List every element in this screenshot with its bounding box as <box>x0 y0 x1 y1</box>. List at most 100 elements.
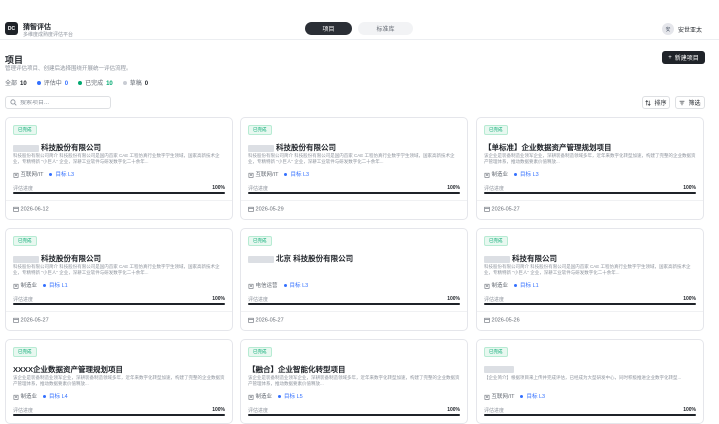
new-project-label: 新建项目 <box>674 56 699 62</box>
progress-label: 评估进度 <box>248 186 269 192</box>
card-divider <box>477 200 703 201</box>
top-bar: DC 猜智评估 多维度成熟度评估平台 项目 标准库 安 安世亚太 <box>0 0 719 40</box>
target-dot-icon <box>283 284 287 288</box>
progress-bar <box>13 192 225 194</box>
industry: 制造业 <box>484 170 508 178</box>
project-card[interactable]: 已完成 科技股份有限公司 科技股份有限公司简介 科技股份有限公司是国内首家 CAE … <box>240 117 468 220</box>
date-text: 2026-05-29 <box>255 206 284 213</box>
target-level: 目标 L4 <box>43 392 68 400</box>
filter-button[interactable]: 筛选 <box>675 96 705 109</box>
progress-label: 评估进度 <box>484 408 505 414</box>
app-logo: DC <box>5 22 18 35</box>
target-dot-icon <box>514 284 518 288</box>
sort-label: 排序 <box>654 101 667 107</box>
industry-label: 制造业 <box>491 172 509 178</box>
progress-value: 100% <box>212 407 225 413</box>
filter-completed[interactable]: 已完成 10 <box>78 78 113 87</box>
status-badge: 已完成 <box>13 125 37 135</box>
target-label: 目标 L3 <box>55 172 75 178</box>
new-project-button[interactable]: + 新建项目 <box>662 51 705 64</box>
industry-label: 制造业 <box>255 394 273 400</box>
calendar-icon <box>13 206 19 212</box>
logo-text: DC <box>7 25 16 32</box>
filter-completed-count: 10 <box>106 81 113 87</box>
sort-button[interactable]: 排序 <box>642 96 670 109</box>
project-card[interactable]: 已完成 科技股份有限公司 科技股份有限公司简介 科技股份有限公司是国内首家 CAE … <box>5 228 233 331</box>
progress-label: 评估进度 <box>13 408 34 414</box>
card-title-text: 科技股份有限公司 <box>41 143 101 152</box>
date-text: 2026-05-27 <box>491 206 520 213</box>
avatar[interactable]: 安 <box>662 23 674 35</box>
project-card[interactable]: 已完成 科技股份有限公司 科技股份有限公司简介 科技股份有限公司是国内首家 CAE … <box>5 117 233 220</box>
target-dot-icon <box>43 395 47 399</box>
target-level: 目标 L3 <box>284 170 309 178</box>
card-meta: 制造业 目标 L1 <box>484 281 539 289</box>
status-badge: 已完成 <box>13 347 37 357</box>
status-dot-icon <box>36 81 41 86</box>
card-title-text: 科技有限公司 <box>512 254 557 263</box>
industry: 互联网/IT <box>248 170 278 178</box>
progress-label: 评估进度 <box>484 186 505 192</box>
card-meta: 互联网/IT 目标 L3 <box>248 170 309 178</box>
status-filters: 全部 10 评估中 0 已完成 10 草稿 0 <box>5 78 148 87</box>
target-label: 目标 L1 <box>49 283 68 289</box>
search-input[interactable] <box>20 99 110 106</box>
card-divider <box>241 200 467 201</box>
filter-all[interactable]: 全部 10 <box>5 78 27 87</box>
target-dot-icon <box>49 173 53 177</box>
redacted-block <box>248 255 274 263</box>
progress-fill <box>13 192 225 194</box>
industry-label: 制造业 <box>491 283 509 289</box>
industry: 制造业 <box>13 281 37 289</box>
progress-value: 100% <box>447 296 460 302</box>
progress-bar <box>484 414 696 416</box>
filter-in-progress-count: 0 <box>64 81 69 87</box>
card-description: 该企业是装备制造业领军企业，深耕装备制造领域多年，近年来数字化转型加速，构建了完… <box>248 375 460 386</box>
card-meta: 电信运营 目标 L3 <box>248 281 308 289</box>
building-icon <box>484 394 490 400</box>
card-divider <box>6 311 232 312</box>
redacted-block <box>484 365 514 373</box>
progress-bar <box>13 414 225 416</box>
search-box[interactable] <box>5 96 111 109</box>
user-name[interactable]: 安世亚太 <box>678 25 702 34</box>
tab-standards[interactable]: 标准库 <box>358 22 413 35</box>
industry: 制造业 <box>13 392 37 400</box>
progress-fill <box>248 414 460 416</box>
target-dot-icon <box>284 173 288 177</box>
filter-draft[interactable]: 草稿 0 <box>122 78 148 87</box>
tab-projects[interactable]: 项目 <box>305 22 352 35</box>
card-divider <box>477 311 703 312</box>
target-dot-icon <box>278 395 282 399</box>
progress-bar <box>248 414 460 416</box>
card-title: 科技股份有限公司 <box>248 142 336 153</box>
project-card[interactable]: 已完成 【企业简介】根据项目来上传并完成评估，已经成为大型研发中心，同时积极推进企… <box>476 339 704 424</box>
card-description: 科技股份有限公司简介 科技股份有限公司是国内首家 CAE 工程仿真行业数字学生领… <box>13 153 220 164</box>
target-label: 目标 L4 <box>49 394 68 400</box>
card-title-text: 北京 科技股份有限公司 <box>276 254 354 263</box>
status-dot-icon <box>78 81 83 86</box>
progress-bar <box>484 192 696 194</box>
industry-label: 制造业 <box>20 283 38 289</box>
project-card[interactable]: 已完成 北京 科技股份有限公司 电信运营 目标 L3 评估进度 100% 2026-05… <box>240 228 468 331</box>
card-title <box>484 364 516 373</box>
industry-label: 制造业 <box>20 394 38 400</box>
project-card[interactable]: 已完成 XXXX企业数据资产管理规划项目 该企业是装备制造业领军企业，深耕装备制造领… <box>5 339 233 424</box>
card-title-text: XXXX企业数据资产管理规划项目 <box>13 365 124 374</box>
card-meta: 互联网/IT 目标 L3 <box>484 392 545 400</box>
filter-in-progress[interactable]: 评估中 0 <box>36 78 69 87</box>
main-tabs: 项目 标准库 <box>305 22 413 35</box>
project-card[interactable]: 已完成 科技有限公司 科技股份有限公司简介 科技股份有限公司是国内首家 CAE 工程… <box>476 228 704 331</box>
status-badge: 已完成 <box>484 125 508 135</box>
card-title: XXXX企业数据资产管理规划项目 <box>13 364 123 375</box>
status-badge: 已完成 <box>248 125 272 135</box>
plus-icon: + <box>668 54 672 61</box>
target-level: 目标 L3 <box>520 392 545 400</box>
industry-label: 互联网/IT <box>255 172 279 178</box>
project-card[interactable]: 已完成 【融合】企业智能化转型项目 该企业是装备制造业领军企业，深耕装备制造领域多年… <box>240 339 468 424</box>
target-dot-icon <box>520 395 524 399</box>
progress-fill <box>248 192 460 194</box>
project-card[interactable]: 已完成 【单标准】企业数据资产管理规划项目 该企业是装备制造业领军企业，深耕装备制造… <box>476 117 704 220</box>
progress-fill <box>484 192 696 194</box>
industry: 制造业 <box>248 392 272 400</box>
